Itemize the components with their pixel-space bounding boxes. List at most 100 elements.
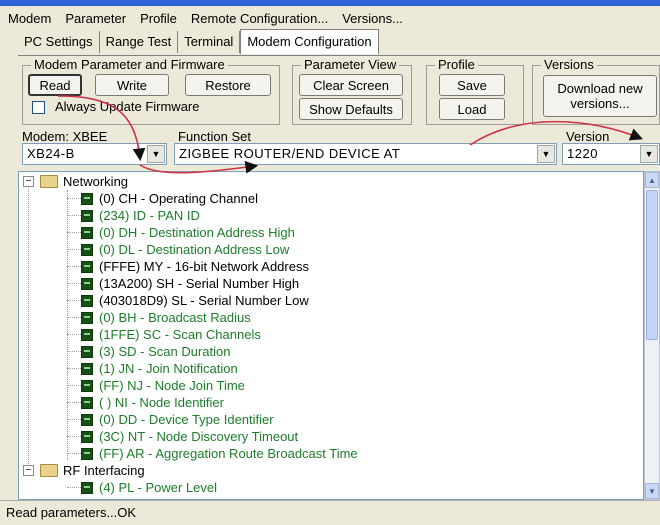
scroll-down-icon[interactable]: ▼ (645, 483, 659, 499)
version-label: Version (566, 129, 610, 144)
versions-group: Versions Download new versions... (532, 57, 660, 125)
status-bar: Read parameters...OK (0, 500, 660, 525)
chevron-down-icon[interactable]: ▼ (147, 145, 165, 163)
parameter-icon (81, 430, 93, 443)
tree-param-item[interactable]: (0) DD - Device Type Identifier (81, 411, 274, 428)
tree-node-networking[interactable]: − Networking (23, 173, 128, 190)
collapse-icon[interactable]: − (23, 465, 34, 476)
clear-screen-button[interactable]: Clear Screen (299, 74, 403, 96)
tree-param-item[interactable]: (3C) NT - Node Discovery Timeout (81, 428, 298, 445)
chevron-down-icon[interactable]: ▼ (537, 145, 555, 163)
function-set-label: Function Set (178, 129, 251, 144)
parameter-icon (81, 192, 93, 205)
tree-param-label: (3C) NT - Node Discovery Timeout (99, 429, 299, 444)
tree-scrollbar[interactable]: ▲ ▼ (644, 171, 660, 500)
always-update-firmware-label: Always Update Firmware (55, 99, 200, 114)
tree-param-item[interactable]: (234) ID - PAN ID (81, 207, 200, 224)
tree-param-item[interactable]: (0) DH - Destination Address High (81, 224, 295, 241)
menu-modem[interactable]: Modem (8, 11, 51, 26)
collapse-icon[interactable]: − (23, 176, 34, 187)
tree-param-item[interactable]: (0) BH - Broadcast Radius (81, 309, 251, 326)
read-button[interactable]: Read (28, 74, 82, 96)
save-button[interactable]: Save (439, 74, 505, 96)
tree-param-item[interactable]: (0) CH - Operating Channel (81, 190, 258, 207)
tree-param-label: (FF) NJ - Node Join Time (99, 378, 245, 393)
profile-group: Profile Save Load (426, 57, 524, 125)
download-new-versions-button[interactable]: Download new versions... (543, 75, 657, 117)
restore-button[interactable]: Restore (185, 74, 271, 96)
tab-terminal[interactable]: Terminal (178, 31, 241, 53)
tree-param-item[interactable]: ( ) NI - Node Identifier (81, 394, 224, 411)
tree-param-label: (0) CH - Operating Channel (99, 191, 258, 206)
tree-node-rf-interfacing[interactable]: − RF Interfacing (23, 462, 145, 479)
tree-param-item[interactable]: (403018D9) SL - Serial Number Low (81, 292, 309, 309)
scroll-up-icon[interactable]: ▲ (645, 172, 659, 188)
tree-param-label: (0) DH - Destination Address High (99, 225, 295, 240)
parameter-view-group-label: Parameter View (301, 57, 400, 72)
tab-modem-configuration[interactable]: Modem Configuration (240, 29, 379, 54)
versions-group-label: Versions (541, 57, 597, 72)
modem-parameter-group: Modem Parameter and Firmware Read Write … (22, 57, 280, 125)
tree-param-item[interactable]: (FF) NJ - Node Join Time (81, 377, 245, 394)
menu-versions[interactable]: Versions... (342, 11, 403, 26)
parameter-icon (81, 345, 93, 358)
tree-node-label: RF Interfacing (63, 463, 145, 478)
tree-guide-line (28, 182, 29, 464)
folder-icon (40, 464, 58, 477)
tree-param-item[interactable]: (0) DL - Destination Address Low (81, 241, 289, 258)
status-text: Read parameters...OK (6, 505, 137, 520)
version-select[interactable]: 1220 ▼ (562, 143, 660, 165)
tree-param-label: (403018D9) SL - Serial Number Low (99, 293, 309, 308)
menu-remote-configuration[interactable]: Remote Configuration... (191, 11, 328, 26)
parameter-icon (81, 328, 93, 341)
parameter-icon (81, 294, 93, 307)
parameter-icon (81, 447, 93, 460)
modem-select[interactable]: XB24-B ▼ (22, 143, 167, 165)
tree-param-item[interactable]: (3) SD - Scan Duration (81, 343, 231, 360)
parameter-icon (81, 362, 93, 375)
tree-param-label: (3) SD - Scan Duration (99, 344, 231, 359)
tree-param-item[interactable]: (FF) AR - Aggregation Route Broadcast Ti… (81, 445, 358, 462)
function-set-select[interactable]: ZIGBEE ROUTER/END DEVICE AT ▼ (174, 143, 557, 165)
tree-param-label: (234) ID - PAN ID (99, 208, 200, 223)
parameter-icon (81, 413, 93, 426)
write-button[interactable]: Write (95, 74, 169, 96)
tree-param-label: (4) PL - Power Level (99, 480, 218, 495)
tab-pc-settings[interactable]: PC Settings (18, 31, 100, 53)
tree-param-item[interactable]: (1) JN - Join Notification (81, 360, 238, 377)
folder-icon (40, 175, 58, 188)
tree-param-item[interactable]: (FFFE) MY - 16-bit Network Address (81, 258, 309, 275)
version-select-value: 1220 (567, 146, 598, 161)
scrollbar-thumb[interactable] (646, 190, 658, 340)
function-set-select-value: ZIGBEE ROUTER/END DEVICE AT (179, 146, 401, 161)
tree-param-label: (0) DD - Device Type Identifier (99, 412, 274, 427)
parameter-icon (81, 396, 93, 409)
load-button[interactable]: Load (439, 98, 505, 120)
tree-param-label: (FF) AR - Aggregation Route Broadcast Ti… (99, 446, 358, 461)
menu-profile[interactable]: Profile (140, 11, 177, 26)
tree-param-label: (1FFE) SC - Scan Channels (99, 327, 261, 342)
menu-parameter[interactable]: Parameter (65, 11, 126, 26)
parameter-icon (81, 277, 93, 290)
tree-param-item[interactable]: (1FFE) SC - Scan Channels (81, 326, 261, 343)
tree-param-label: ( ) NI - Node Identifier (99, 395, 224, 410)
tree-param-item[interactable]: (13A200) SH - Serial Number High (81, 275, 299, 292)
parameter-icon (81, 243, 93, 256)
modem-label: Modem: XBEE (22, 129, 108, 144)
modem-parameter-group-label: Modem Parameter and Firmware (31, 57, 228, 72)
show-defaults-button[interactable]: Show Defaults (299, 98, 403, 120)
tree-param-label: (13A200) SH - Serial Number High (99, 276, 300, 291)
parameter-tree[interactable]: − Networking − RF Interfacing (0) CH - O… (18, 171, 644, 500)
parameter-icon (81, 209, 93, 222)
parameter-icon (81, 260, 93, 273)
tree-param-label: (0) DL - Destination Address Low (99, 242, 290, 257)
modem-select-value: XB24-B (27, 146, 75, 161)
profile-group-label: Profile (435, 57, 478, 72)
tab-range-test[interactable]: Range Test (100, 31, 179, 53)
tree-param-item[interactable]: (4) PL - Power Level (81, 479, 217, 496)
tree-param-label: (FFFE) MY - 16-bit Network Address (99, 259, 309, 274)
chevron-down-icon[interactable]: ▼ (640, 145, 658, 163)
tree-node-label: Networking (63, 174, 129, 189)
always-update-firmware-checkbox[interactable] (32, 101, 45, 114)
tab-divider (18, 55, 660, 56)
